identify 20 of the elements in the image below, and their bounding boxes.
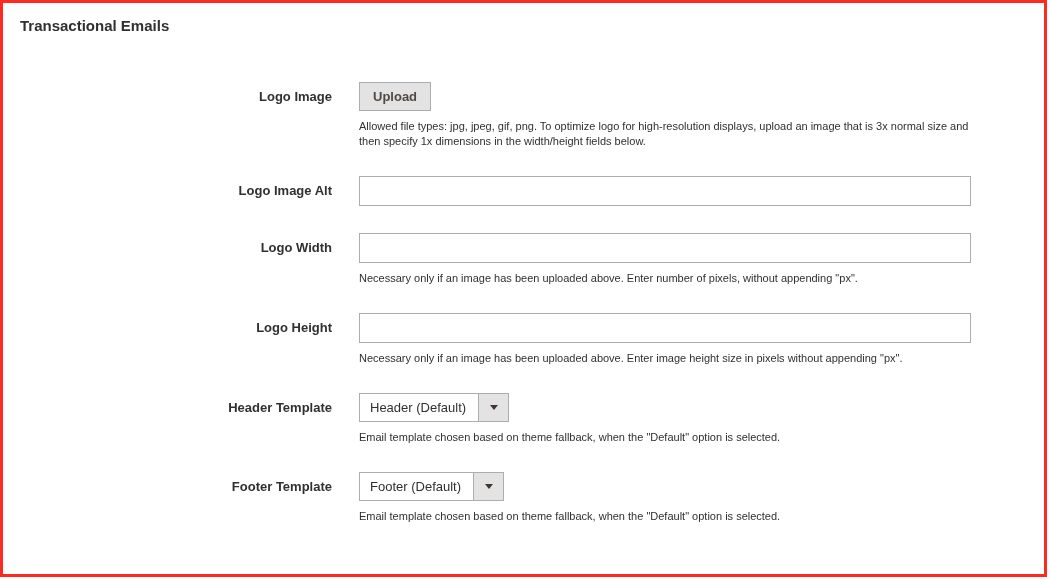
input-field[interactable] xyxy=(359,176,971,206)
field-label: Logo Width xyxy=(259,239,332,257)
field-note: Necessary only if an image has been uploaded above. Enter image height size in pixels without appending "px". xyxy=(359,351,904,366)
dropdown[interactable]: Header (Default) xyxy=(359,393,510,422)
dropdown[interactable]: Footer (Default) xyxy=(359,472,505,501)
field-label: Footer Template xyxy=(230,478,332,496)
caret-icon xyxy=(484,484,493,489)
field-note: Necessary only if an image has been uploaded above. Enter number of pixels, without appending "px". xyxy=(359,271,859,286)
input-field[interactable] xyxy=(359,233,971,263)
caret-icon xyxy=(489,405,498,410)
field-note: Allowed file types: jpg, jpeg, gif, png. To optimize logo for high-resolution displays, upload an image that is 3x normal size and then specify 1x dimensions in the width/height fields below. xyxy=(359,119,970,149)
field-note: Email template chosen based on theme fallback, when the "Default" option is selected. xyxy=(359,430,782,445)
field-note: Email template chosen based on theme fallback, when the "Default" option is selected. xyxy=(359,509,782,524)
field-label: Logo Image Alt xyxy=(237,182,332,200)
input-field[interactable] xyxy=(359,313,971,343)
field-label: Logo Image xyxy=(258,88,332,106)
field-label: Header Template xyxy=(227,399,332,417)
field-label: Logo Height xyxy=(255,319,332,337)
section-title: Transactional Emails xyxy=(20,17,171,34)
upload-button[interactable]: Upload xyxy=(359,82,432,111)
